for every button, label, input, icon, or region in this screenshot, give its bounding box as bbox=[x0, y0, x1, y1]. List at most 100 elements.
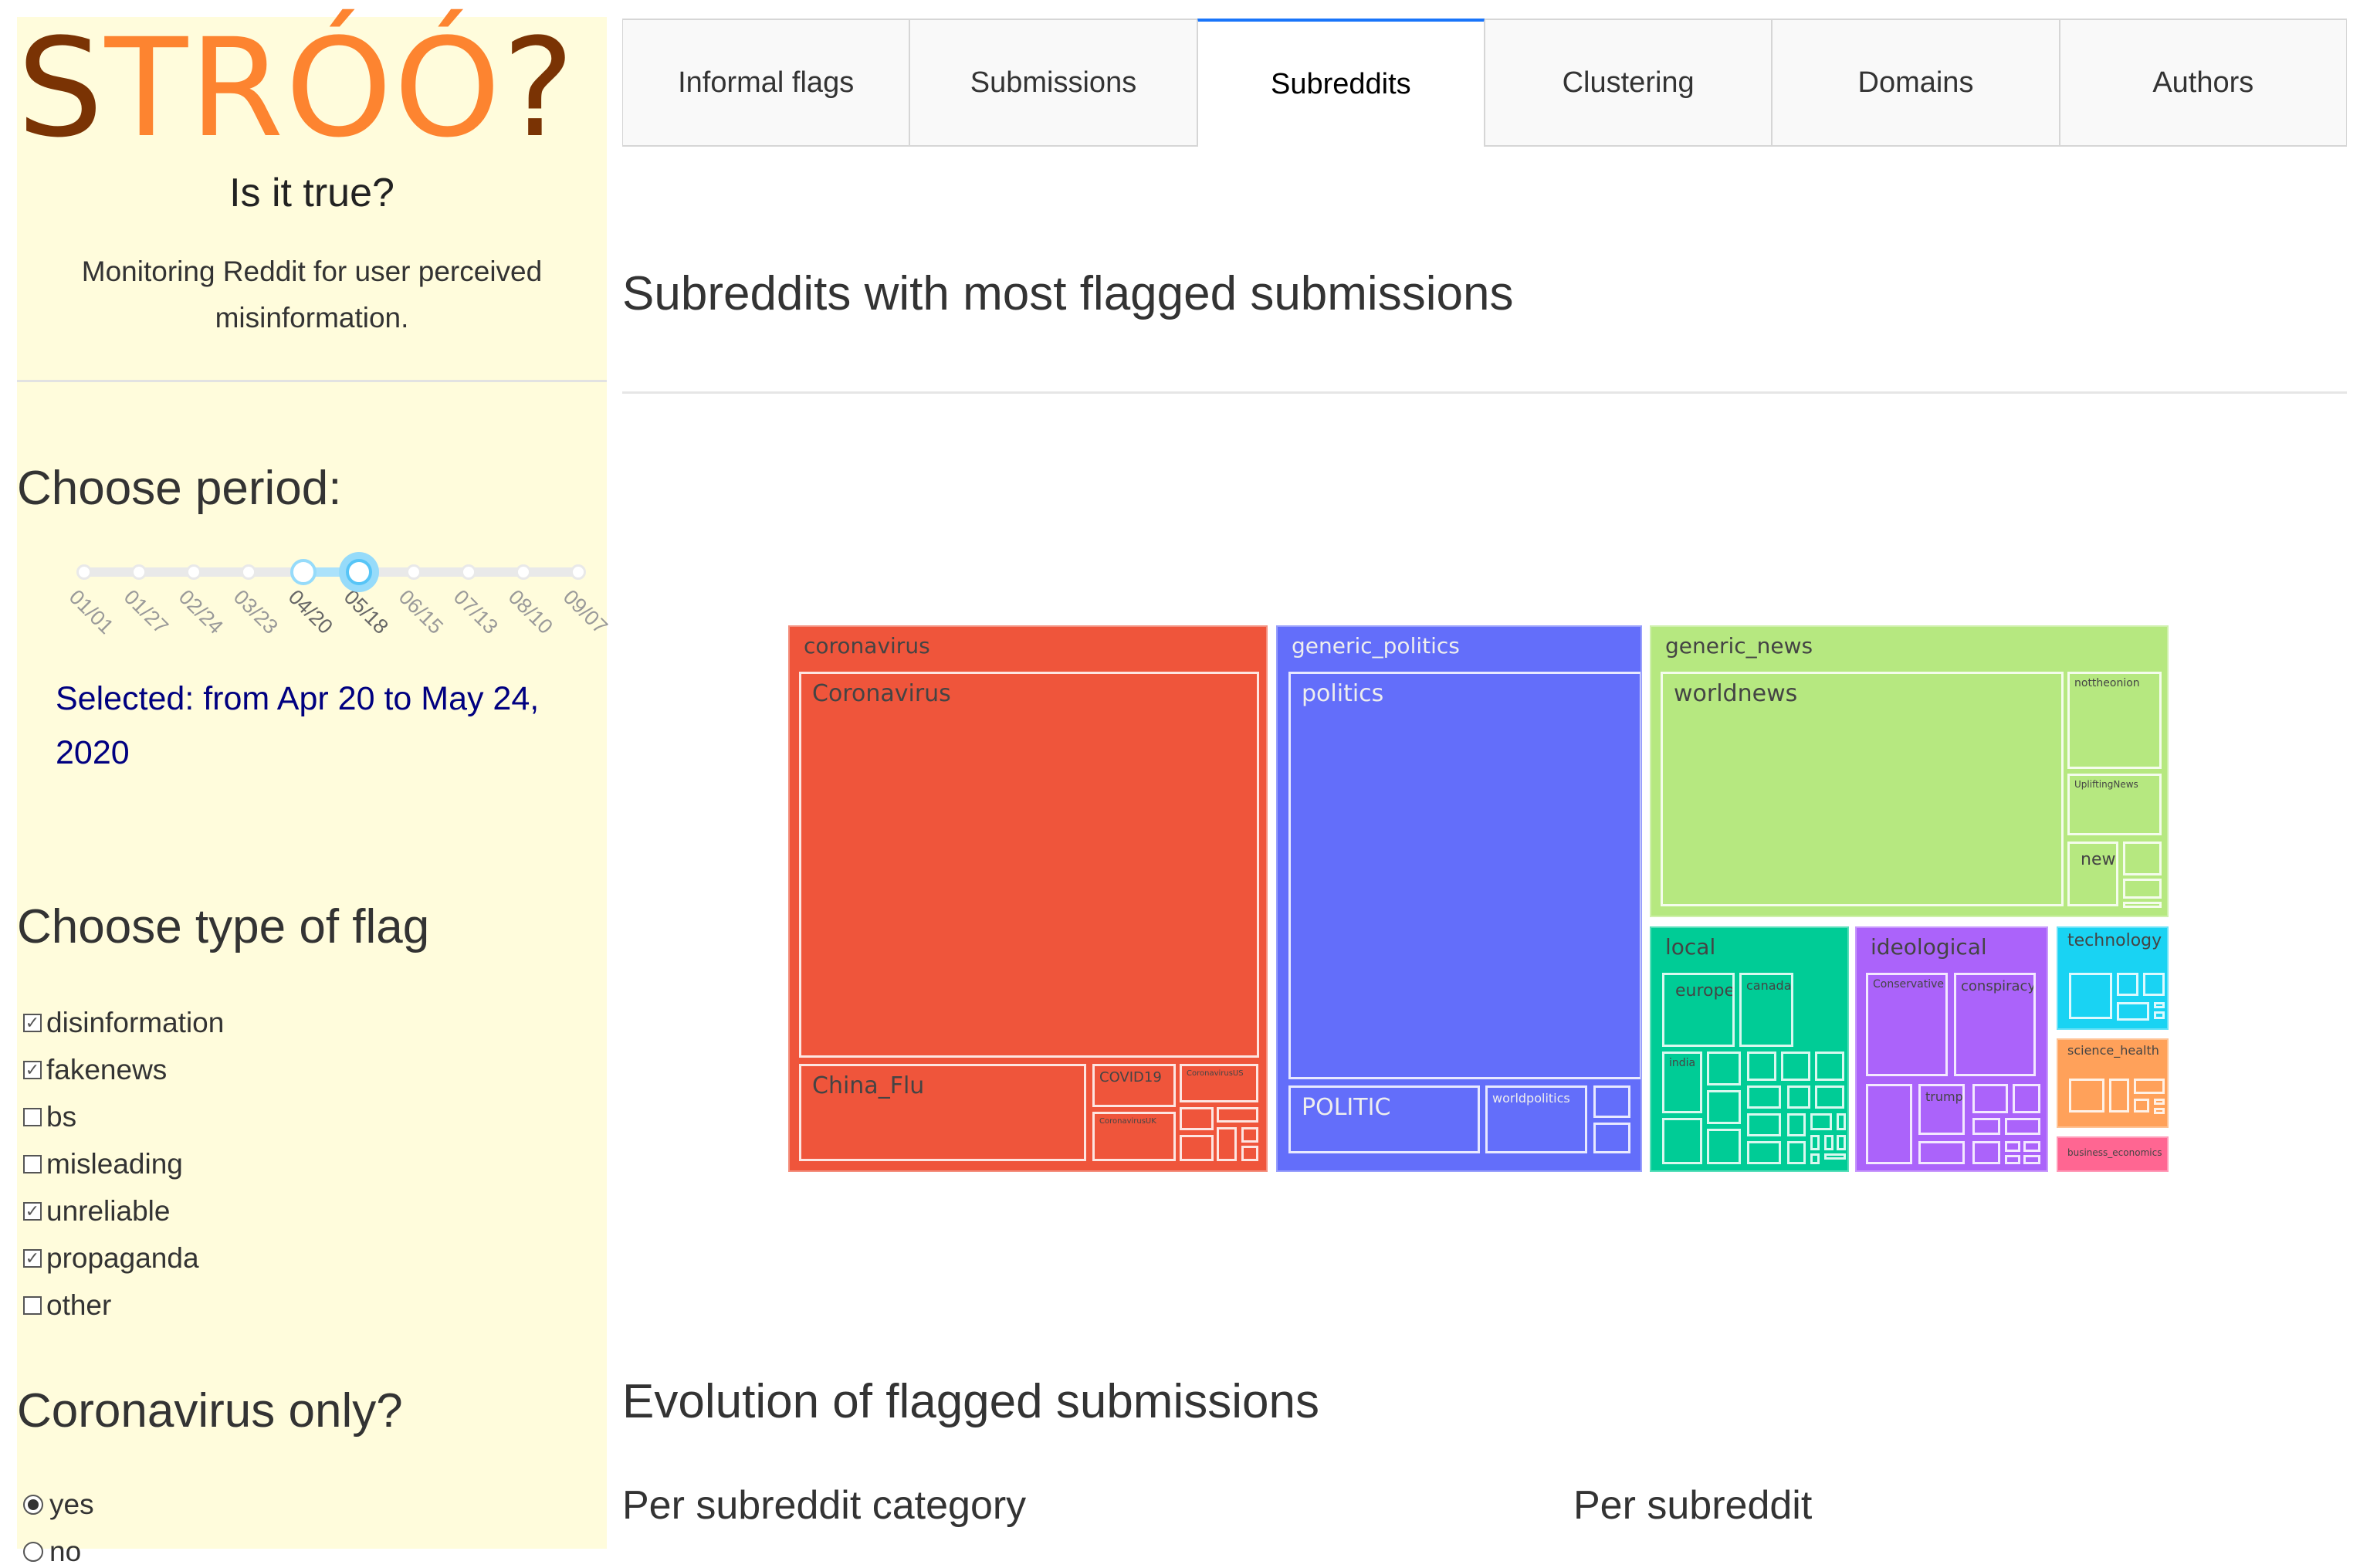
treemap-subreddit-tile[interactable] bbox=[2123, 902, 2162, 908]
treemap-subreddit-tile[interactable] bbox=[1815, 1052, 1844, 1081]
radio-selected[interactable] bbox=[23, 1495, 43, 1515]
tab-authors[interactable]: Authors bbox=[2059, 19, 2347, 147]
treemap-subreddit-tile[interactable] bbox=[1866, 1084, 1912, 1164]
treemap-subreddit-tile[interactable] bbox=[2123, 879, 2162, 899]
slider-mark-label[interactable]: 07/13 bbox=[449, 585, 503, 639]
treemap-subreddit-india[interactable]: india bbox=[1662, 1052, 1702, 1113]
treemap-subreddit-worldnews[interactable]: worldnews bbox=[1661, 672, 2064, 906]
treemap-subreddit-tile[interactable] bbox=[1972, 1084, 2008, 1113]
slider-tick-dot[interactable] bbox=[515, 564, 531, 580]
flag-option-fakenews[interactable]: ✓ fakenews bbox=[23, 1054, 167, 1086]
flag-option-propaganda[interactable]: ✓ propaganda bbox=[23, 1242, 199, 1275]
treemap-subreddit-tile[interactable] bbox=[1837, 1135, 1846, 1150]
treemap-subreddit-tile[interactable] bbox=[1747, 1113, 1781, 1136]
treemap-subreddit-tile[interactable] bbox=[1217, 1107, 1258, 1123]
coronavirus-option-no[interactable]: no bbox=[23, 1536, 81, 1568]
treemap-subreddit-nottheonion[interactable]: nottheonion bbox=[2067, 672, 2162, 769]
treemap-subreddit-news[interactable]: news bbox=[2067, 842, 2118, 906]
treemap-subreddit-tile[interactable] bbox=[1815, 1085, 1844, 1109]
treemap-subreddit-trump[interactable]: trump bbox=[1918, 1084, 1965, 1135]
checkbox-unchecked[interactable] bbox=[23, 1108, 42, 1126]
treemap-subreddit-tile[interactable] bbox=[2117, 1002, 2149, 1021]
treemap-subreddit-tile[interactable] bbox=[1810, 1153, 1820, 1164]
treemap-subreddit-politic[interactable]: POLITIC bbox=[1288, 1085, 1480, 1153]
treemap-category-science_health[interactable]: science_health bbox=[2057, 1038, 2169, 1128]
treemap-subreddit-tile[interactable] bbox=[2005, 1155, 2020, 1164]
treemap-subreddit-tile[interactable] bbox=[1180, 1135, 1214, 1161]
flag-option-disinformation[interactable]: ✓ disinformation bbox=[23, 1007, 224, 1039]
slider-tick-dot[interactable] bbox=[571, 564, 586, 580]
slider-mark-label[interactable]: 06/15 bbox=[394, 585, 447, 639]
slider-tick-dot[interactable] bbox=[241, 564, 257, 580]
checkbox-checked[interactable]: ✓ bbox=[23, 1249, 42, 1268]
flag-option-unreliable[interactable]: ✓ unreliable bbox=[23, 1195, 170, 1228]
treemap-subreddit-worldpolitics[interactable]: worldpolitics bbox=[1485, 1085, 1587, 1153]
treemap-subreddit-tile[interactable] bbox=[2005, 1141, 2020, 1152]
treemap-subreddit-tile[interactable] bbox=[2154, 1011, 2165, 1019]
treemap-subreddit-tile[interactable] bbox=[1810, 1135, 1820, 1150]
treemap-subreddit-conspiracy[interactable]: conspiracy bbox=[1954, 973, 2036, 1076]
treemap-subreddit-tile[interactable] bbox=[2143, 973, 2165, 996]
coronavirus-option-yes[interactable]: yes bbox=[23, 1488, 94, 1521]
flag-option-bs[interactable]: bs bbox=[23, 1101, 76, 1133]
treemap-subreddit-canada[interactable]: canada bbox=[1739, 973, 1793, 1047]
treemap-subreddit-coronavirus[interactable]: Coronavirus bbox=[799, 672, 1259, 1058]
treemap-subreddit-tile[interactable] bbox=[1810, 1113, 1832, 1130]
treemap-subreddit-tile[interactable] bbox=[1747, 1141, 1781, 1164]
treemap-subreddit-tile[interactable] bbox=[2069, 973, 2112, 1019]
treemap-subreddit-tile[interactable] bbox=[2013, 1084, 2040, 1113]
treemap-category-business_economics[interactable]: business_economics bbox=[2057, 1136, 2169, 1172]
treemap-subreddit-tile[interactable] bbox=[1787, 1085, 1810, 1109]
slider-tick-dot[interactable] bbox=[186, 564, 202, 580]
slider-mark-label[interactable]: 09/07 bbox=[558, 585, 612, 639]
slider-mark-label[interactable]: 04/20 bbox=[284, 585, 337, 639]
slider-start-handle[interactable] bbox=[290, 559, 317, 585]
treemap-subreddit-tile[interactable] bbox=[2117, 973, 2138, 996]
slider-tick-dot[interactable] bbox=[76, 564, 92, 580]
treemap-subreddit-tile[interactable] bbox=[2134, 1079, 2165, 1094]
treemap-subreddit-tile[interactable] bbox=[1241, 1127, 1258, 1143]
tab-domains[interactable]: Domains bbox=[1772, 19, 2060, 147]
treemap-subreddit-upliftingnews[interactable]: UpliftingNews bbox=[2067, 774, 2162, 835]
treemap-subreddit-tile[interactable] bbox=[1824, 1135, 1833, 1150]
checkbox-checked[interactable]: ✓ bbox=[23, 1061, 42, 1079]
checkbox-checked[interactable]: ✓ bbox=[23, 1014, 42, 1032]
treemap-subreddit-tile[interactable] bbox=[1707, 1090, 1741, 1124]
slider-mark-label[interactable]: 02/24 bbox=[174, 585, 228, 639]
slider-tick-dot[interactable] bbox=[460, 564, 476, 580]
slider-tick-dot[interactable] bbox=[131, 564, 147, 580]
treemap-subreddit-tile[interactable] bbox=[1837, 1113, 1846, 1130]
treemap-subreddit-tile[interactable] bbox=[1787, 1113, 1806, 1136]
treemap-subreddit-coronavirusuk[interactable]: CoronavirusUK bbox=[1092, 1112, 1176, 1161]
treemap-category-ideological[interactable]: ideological Conservative conspiracy trump bbox=[1855, 926, 2048, 1172]
treemap-subreddit-tile[interactable] bbox=[2134, 1099, 2149, 1113]
treemap-subreddit-tile[interactable] bbox=[1747, 1052, 1776, 1081]
treemap-category-technology[interactable]: technology bbox=[2057, 926, 2169, 1030]
treemap-subreddit-tile[interactable] bbox=[2005, 1118, 2040, 1135]
treemap-category-generic_politics[interactable]: generic_politics politics POLITIC worldpoli… bbox=[1276, 625, 1642, 1172]
treemap-subreddit-tile[interactable] bbox=[1241, 1146, 1258, 1161]
treemap-subreddit-tile[interactable] bbox=[2154, 1099, 2165, 1105]
subreddit-treemap[interactable]: coronavirus Coronavirus China_Flu COVID19 Co… bbox=[788, 625, 2169, 1172]
tab-informal-flags[interactable]: Informal flags bbox=[622, 19, 910, 147]
flag-option-other[interactable]: other bbox=[23, 1289, 111, 1322]
treemap-subreddit-tile[interactable] bbox=[1787, 1141, 1806, 1164]
treemap-subreddit-tile[interactable] bbox=[2023, 1141, 2040, 1152]
treemap-subreddit-tile[interactable] bbox=[1781, 1052, 1810, 1081]
slider-mark-label[interactable]: 01/01 bbox=[64, 585, 118, 639]
treemap-subreddit-tile[interactable] bbox=[1918, 1141, 1965, 1164]
treemap-category-local[interactable]: local europe canada india bbox=[1650, 926, 1849, 1172]
slider-tick-dot[interactable] bbox=[405, 564, 422, 580]
treemap-subreddit-tile[interactable] bbox=[1972, 1141, 2000, 1164]
treemap-subreddit-coronavirusus[interactable]: CoronavirusUS bbox=[1180, 1064, 1258, 1102]
treemap-subreddit-tile[interactable] bbox=[1824, 1153, 1846, 1160]
treemap-subreddit-tile[interactable] bbox=[1972, 1118, 2000, 1135]
treemap-subreddit-tile[interactable] bbox=[1180, 1107, 1214, 1130]
slider-mark-label[interactable]: 01/27 bbox=[119, 585, 173, 639]
period-range-slider[interactable]: 01/01 01/27 02/24 03/23 04/20 05/18 06/15 07/13… bbox=[59, 550, 612, 642]
treemap-subreddit-tile[interactable] bbox=[2154, 1002, 2165, 1008]
checkbox-checked[interactable]: ✓ bbox=[23, 1202, 42, 1221]
treemap-subreddit-tile[interactable] bbox=[1707, 1129, 1741, 1164]
treemap-subreddit-tile[interactable] bbox=[1593, 1123, 1630, 1153]
treemap-category-generic_news[interactable]: generic_news worldnews nottheonion Upliftin… bbox=[1650, 625, 2169, 917]
